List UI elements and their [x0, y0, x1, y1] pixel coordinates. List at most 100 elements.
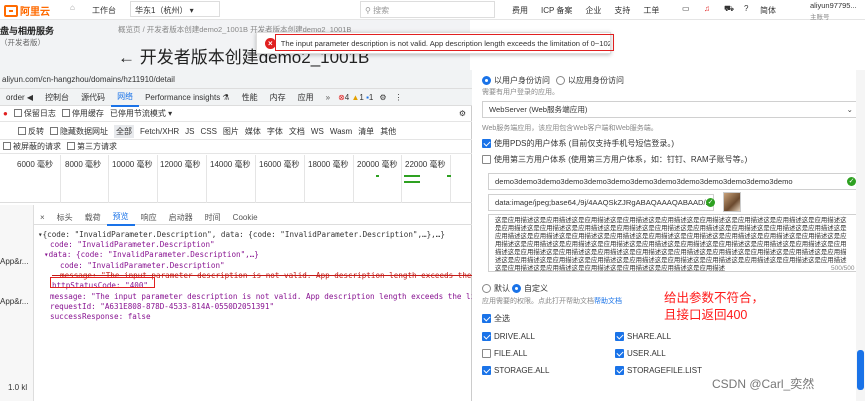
request-list: App&r... App&r... 1.0 kl	[0, 205, 34, 401]
strike-mark	[52, 275, 472, 276]
top-link-enterprise[interactable]: 企业	[585, 5, 601, 16]
top-link-support[interactable]: 支持	[614, 5, 630, 16]
annotation-line-1: 给出参数不符合，	[664, 291, 765, 305]
tab-elements[interactable]: order ◀	[0, 89, 39, 106]
scope-default-radio[interactable]: 默认	[482, 283, 510, 294]
filter-css[interactable]: CSS	[200, 127, 216, 136]
tab-memory[interactable]: 内存	[264, 89, 292, 106]
request-item[interactable]: App&r...	[0, 297, 28, 306]
tab-response[interactable]: 响应	[135, 210, 163, 225]
filter-manifest[interactable]: 清单	[358, 126, 374, 137]
app-type-select[interactable]: WebServer (Web服务端应用) ⌄	[482, 101, 860, 118]
info-count: 1	[368, 92, 374, 102]
checkbox-checked-icon	[482, 139, 491, 148]
tab-cookies[interactable]: Cookie	[227, 210, 264, 225]
disable-cache-checkbox[interactable]: 停用缓存	[61, 108, 104, 119]
app-description-textarea[interactable]: 这是应用描述这是应用描述这是应用描述这是应用描述这是应用描述这是应用描述这是应用…	[488, 214, 860, 272]
scope-hint-text: 应用需要的权限。点此打开帮助文档	[482, 298, 594, 305]
record-icon[interactable]: ●	[3, 109, 8, 118]
filter-ws[interactable]: WS	[311, 127, 324, 136]
checkbox-checked-icon	[482, 332, 491, 341]
disable-cache-label: 停用缓存	[71, 109, 104, 118]
user-name[interactable]: aliyun97795...	[810, 1, 857, 10]
filter-img[interactable]: 图片	[223, 126, 239, 137]
top-link-tickets[interactable]: 工单	[643, 5, 659, 16]
select-all-checkbox[interactable]: 全选	[482, 313, 510, 324]
tab-preview[interactable]: 预览	[106, 209, 135, 226]
invert-checkbox[interactable]: 反转	[18, 126, 44, 137]
page-scrollbar[interactable]	[856, 70, 865, 401]
perm-checkbox[interactable]: FILE.ALL	[482, 349, 527, 358]
json-root-line[interactable]: ▾{code: "InvalidParameter.Description", …	[38, 230, 445, 240]
language-switch[interactable]: 简体	[760, 5, 776, 16]
perm-checkbox[interactable]: DRIVE.ALL	[482, 332, 535, 341]
screenshot-root: 盘与相册服务 （开发者版） 概览页 / 开发者版本创建demo2_1001B 开…	[0, 0, 865, 401]
filter-media[interactable]: 媒体	[245, 126, 261, 137]
region-select[interactable]: 华东1（杭州） ▾	[130, 1, 220, 17]
pds-user-checkbox[interactable]: 使用PDS的用户体系 (目前仅支持手机号短信登录。)	[482, 138, 674, 149]
app-type-hint: Web服务端应用，该应用包含Web客户端和Web服务端。	[482, 125, 658, 132]
aliyun-logo[interactable]: 阿里云	[4, 3, 50, 18]
third-party-checkbox[interactable]: 第三方请求	[67, 141, 117, 152]
preserve-log-checkbox[interactable]: 保留日志	[13, 108, 56, 119]
terminal-icon[interactable]: ▭	[682, 4, 690, 13]
network-settings-icon[interactable]: ⚙	[459, 109, 466, 118]
tab-timing[interactable]: 时间	[199, 210, 227, 225]
access-user-radio[interactable]: 以用户身份访问	[482, 75, 550, 86]
tab-application[interactable]: 应用	[292, 89, 320, 106]
scroll-thumb[interactable]	[857, 350, 864, 390]
timeline-gridline	[255, 155, 256, 203]
more-tabs-icon[interactable]: »	[320, 89, 336, 106]
url-bar[interactable]: aliyun.com/cn-hangzhou/domains/hz11910/d…	[0, 70, 472, 89]
search-input[interactable]: ⚲ 搜索	[360, 1, 495, 18]
tab-payload[interactable]: 载荷	[79, 210, 107, 225]
filter-other[interactable]: 其他	[380, 126, 396, 137]
perm-checkbox[interactable]: STORAGE.ALL	[482, 366, 549, 375]
scope-custom-radio[interactable]: 自定义	[512, 283, 548, 294]
app-logo-input[interactable]: data:image/jpeg;base64,/9j/4AAQSkZJRgABA…	[488, 194, 714, 211]
tab-performance-insights[interactable]: Performance insights ⚗	[139, 89, 236, 106]
json-data-line[interactable]: ▾data: {code: "InvalidParameter.Descript…	[44, 250, 259, 260]
app-name-input[interactable]: demo3demo3demo3demo3demo3demo3demo3demo3…	[488, 173, 860, 190]
help-doc-link[interactable]: 帮助文档	[594, 298, 622, 305]
cart-icon[interactable]: ⛟	[724, 4, 734, 14]
tab-initiator[interactable]: 启动器	[163, 210, 199, 225]
request-item[interactable]: App&r...	[0, 257, 28, 266]
top-link-fees[interactable]: 费用	[512, 5, 528, 16]
perm-checkbox[interactable]: SHARE.ALL	[615, 332, 671, 341]
filter-all[interactable]: 全部	[114, 125, 134, 138]
tab-sources[interactable]: 源代码	[75, 89, 111, 106]
description-counter: 500/500	[831, 265, 855, 272]
access-app-radio[interactable]: 以应用身份访问	[556, 75, 624, 86]
devtools-settings-icon[interactable]: ⚙	[375, 89, 390, 106]
close-icon[interactable]: ×	[34, 210, 51, 225]
filter-js[interactable]: JS	[185, 127, 194, 136]
pds-user-label: 使用PDS的用户体系 (目前仅支持手机号短信登录。)	[494, 139, 674, 148]
top-link-icp[interactable]: ICP 备案	[541, 5, 572, 16]
workbench-link[interactable]: 工作台	[92, 5, 116, 16]
help-icon[interactable]: ?	[744, 4, 748, 13]
perm-checkbox[interactable]: STORAGEFILE.LIST	[615, 366, 702, 375]
perm-label: USER.ALL	[627, 349, 666, 358]
tab-performance[interactable]: 性能	[236, 89, 264, 106]
bell-icon[interactable]: ♫	[704, 4, 710, 13]
throttling-select[interactable]: 已停用节流模式 ▾	[110, 108, 172, 119]
tab-network[interactable]: 网络	[111, 88, 140, 107]
filter-doc[interactable]: 文档	[289, 126, 305, 137]
tab-headers[interactable]: 标头	[51, 210, 79, 225]
timeline-tick: 20000 毫秒	[357, 160, 398, 169]
filter-wasm[interactable]: Wasm	[330, 127, 352, 136]
chevron-down-icon: ⌄	[846, 105, 853, 114]
error-count-badge[interactable]: ⊗4 ▲1 ▪1	[336, 89, 375, 106]
network-timeline[interactable]: 6000 毫秒 8000 毫秒 10000 毫秒 12000 毫秒 14000 …	[0, 155, 472, 203]
tab-console[interactable]: 控制台	[39, 89, 75, 106]
third-party-user-checkbox[interactable]: 使用第三方用户体系 (使用第三方用户体系，如：钉钉、RAM子账号等。)	[482, 154, 747, 165]
filter-font[interactable]: 字体	[267, 126, 283, 137]
perm-checkbox[interactable]: USER.ALL	[615, 349, 666, 358]
blocked-requests-checkbox[interactable]: 被屏蔽的请求	[3, 141, 61, 152]
devtools-menu-icon[interactable]: ⋮	[391, 89, 407, 106]
hide-data-url-checkbox[interactable]: 隐藏数据网址	[50, 126, 108, 137]
menu-icon[interactable]: ⌂	[70, 3, 75, 12]
filter-fetch-xhr[interactable]: Fetch/XHR	[140, 127, 179, 136]
preserve-log-box	[13, 109, 22, 117]
